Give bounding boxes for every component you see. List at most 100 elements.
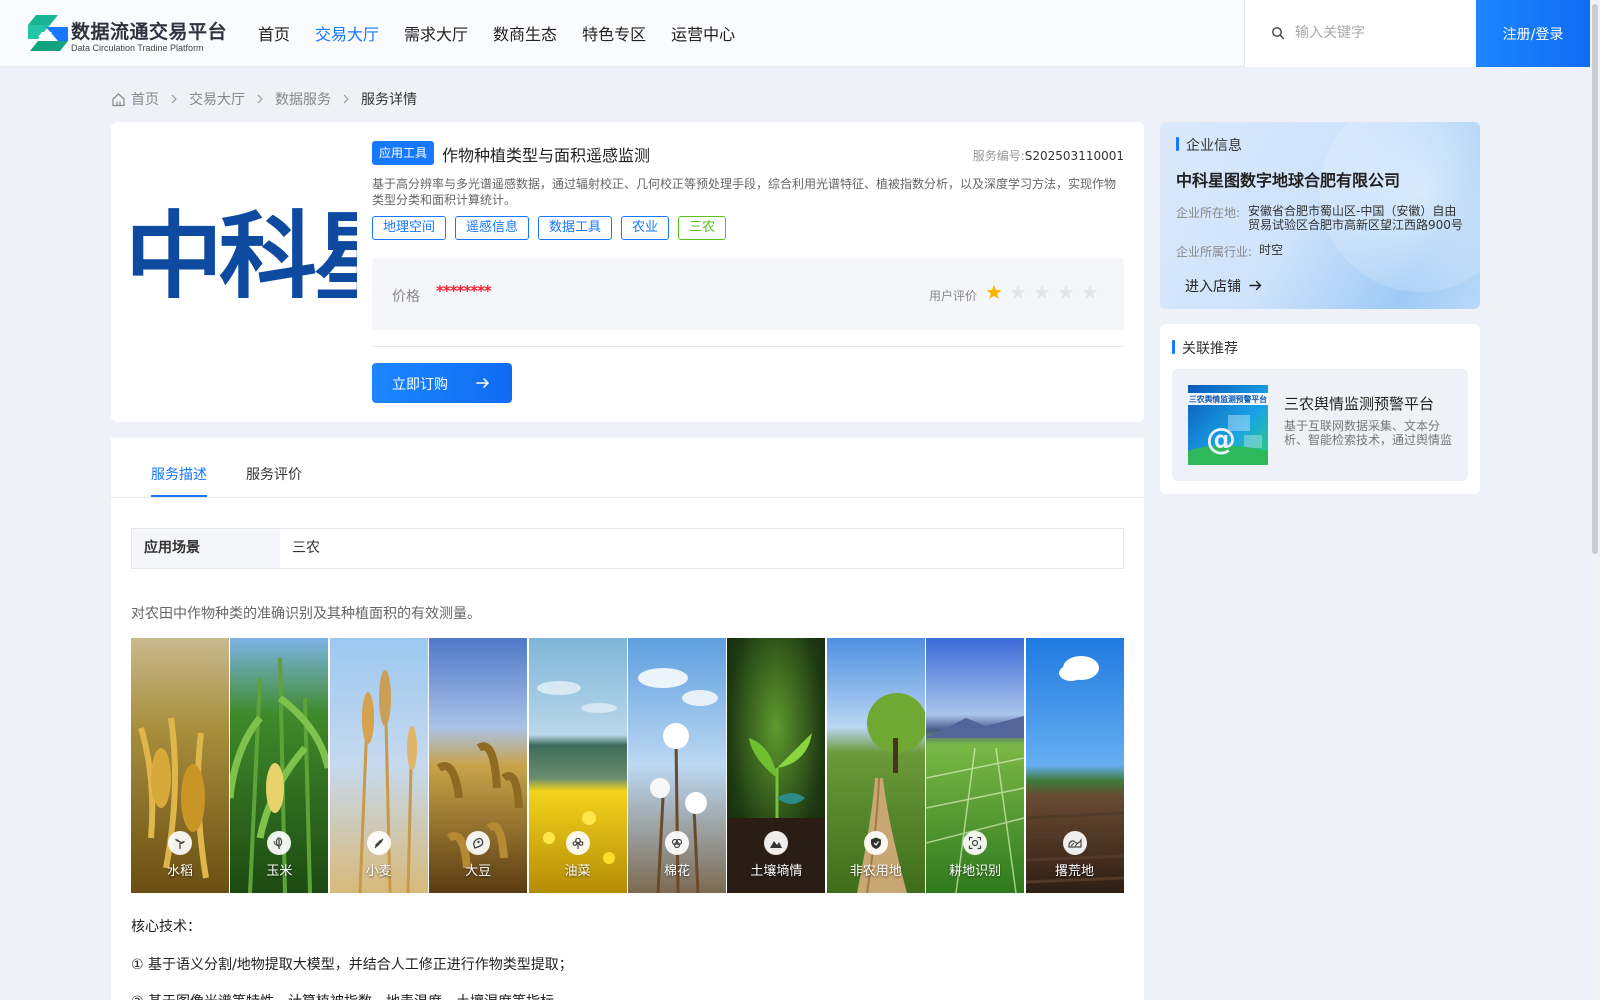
chevron-right-icon: [171, 94, 177, 104]
crop-gallery: 水稻 玉米 小麦 大豆 油菜 棉花 土壤墒情 非农用地 耕地识别 撂荒地: [131, 638, 1124, 893]
breadcrumb-link[interactable]: 首页: [131, 89, 159, 109]
recommend-description: 基于互联网数据采集、文本分析、智能检索技术，通过舆情监测实现预警分析: [1284, 419, 1453, 447]
scene-label: 应用场景: [132, 529, 280, 568]
crop-label: 撂荒地: [1055, 864, 1095, 879]
company-location-label: 企业所在地:: [1176, 206, 1241, 220]
recommend-item[interactable]: 三农舆情监测预警平台 @ 三农舆情监测预警平台 基于互联网数据采集、文本分析、智…: [1172, 369, 1468, 481]
site-logo[interactable]: 数据流通交易平台 Data Circulation Tradine Platfo…: [28, 13, 238, 57]
breadcrumb: 首页 交易大厅 数据服务 服务详情: [111, 89, 417, 109]
buy-now-label: 立即订购: [392, 377, 448, 393]
company-industry: 时空: [1259, 243, 1284, 257]
recommend-section-title: 关联推荐: [1172, 338, 1238, 358]
product-tag[interactable]: 数据工具: [538, 216, 613, 240]
product-logo: 中科星: [131, 208, 357, 298]
crop-label: 耕地识别: [949, 864, 1002, 879]
crop-label: 棉花: [663, 864, 690, 879]
crop-label: 大豆: [465, 864, 492, 879]
crop-card[interactable]: 水稻: [131, 638, 229, 893]
divider: [372, 346, 1124, 347]
company-info-card: 企业信息 中科星图数字地球合肥有限公司 企业所在地: 安徽省合肥市蜀山区-中国（…: [1160, 122, 1480, 309]
arrow-right-icon: [476, 378, 489, 388]
crop-card[interactable]: 非农用地: [826, 638, 925, 893]
scan-icon: [963, 831, 988, 855]
main-nav: 首页 交易大厅 需求大厅 数商生态 特色专区 运营中心: [258, 0, 760, 67]
core-tech-line: ② 基于图像光谱等特性，计算植被指数、地表温度、土壤湿度等指标。: [131, 991, 568, 1000]
product-title: 作物种植类型与面积遥感监测: [442, 146, 651, 165]
scene-table: 应用场景 三农: [131, 528, 1124, 569]
top-header: 数据流通交易平台 Data Circulation Tradine Platfo…: [0, 0, 1590, 67]
nav-item[interactable]: 首页: [258, 0, 290, 67]
crop-card[interactable]: 撂荒地: [1025, 638, 1124, 893]
star-filled-icon[interactable]: [986, 284, 1002, 300]
chevron-right-icon: [343, 94, 349, 104]
related-recommend-card: 关联推荐 三农舆情监测预警平台 @ 三农舆情监测预警平台 基于互联网数据采集、文…: [1160, 324, 1480, 494]
crop-label: 小麦: [365, 864, 392, 879]
company-location: 安徽省合肥市蜀山区-中国（安徽）自由贸易试验区合肥市高新区望江西路900号: [1248, 204, 1463, 232]
nav-item[interactable]: 交易大厅: [315, 0, 379, 67]
product-tag[interactable]: 农业: [621, 216, 670, 240]
nav-item[interactable]: 数商生态: [493, 0, 557, 67]
active-tab-underline: [151, 495, 207, 497]
service-number: 服务编号:S202503110001: [973, 147, 1124, 164]
recommend-thumbnail: 三农舆情监测预警平台 @: [1188, 385, 1268, 465]
crop-card[interactable]: 大豆: [429, 638, 528, 893]
home-icon: [112, 92, 125, 106]
breadcrumb-link[interactable]: 交易大厅: [189, 89, 245, 109]
buy-now-button[interactable]: 立即订购: [372, 363, 512, 403]
page-scrollbar-thumb[interactable]: [1592, 4, 1598, 554]
chevron-right-icon: [257, 94, 263, 104]
core-tech-title: 核心技术：: [131, 919, 201, 935]
scene-value: 三农: [292, 540, 320, 556]
star-empty-icon[interactable]: [1082, 284, 1098, 300]
company-section-title: 企业信息: [1176, 135, 1242, 155]
soybean-icon: [466, 831, 491, 855]
breadcrumb-current: 服务详情: [361, 92, 417, 108]
search-input[interactable]: [1295, 20, 1465, 46]
price-box: 价格 ******** 用户评价: [372, 258, 1124, 330]
tab-service-description[interactable]: 服务描述: [151, 464, 207, 484]
land-icon: [1062, 831, 1087, 855]
logo-subtitle: Data Circulation Tradine Platform: [71, 43, 204, 53]
product-tags: 地理空间 遥感信息 数据工具 农业 三农: [372, 216, 735, 240]
tab-service-review[interactable]: 服务评价: [246, 464, 302, 484]
rating-stars[interactable]: [986, 284, 1106, 300]
price-value: ********: [436, 282, 492, 300]
nav-item[interactable]: 特色专区: [582, 0, 646, 67]
star-empty-icon[interactable]: [1058, 284, 1074, 300]
service-number-label: 服务编号:: [972, 149, 1025, 163]
breadcrumb-link[interactable]: 数据服务: [275, 89, 331, 109]
crop-label: 玉米: [266, 864, 293, 879]
star-empty-icon[interactable]: [1034, 284, 1050, 300]
crop-card[interactable]: 小麦: [329, 638, 428, 893]
logo-title: 数据流通交易平台: [71, 21, 228, 43]
product-tag[interactable]: 遥感信息: [455, 216, 530, 240]
svg-text:@: @: [1206, 422, 1236, 457]
service-intro: 对农田中作物种类的准确识别及其种植面积的有效测量。: [131, 606, 481, 622]
detail-tabs: 服务描述 服务评价: [111, 438, 1144, 498]
svg-text:三农舆情监测预警平台: 三农舆情监测预警平台: [1189, 394, 1267, 404]
search-box[interactable]: [1244, 0, 1476, 67]
rating-label: 用户评价: [929, 289, 978, 303]
company-name: 中科星图数字地球合肥有限公司: [1176, 171, 1401, 190]
product-tag[interactable]: 三农: [678, 216, 727, 240]
product-logo-image: 中科星: [131, 208, 357, 298]
crop-card[interactable]: 油菜: [528, 638, 627, 893]
login-register-button[interactable]: 注册/登录: [1476, 0, 1590, 67]
recommend-thumbnail-image: 三农舆情监测预警平台 @: [1188, 385, 1268, 465]
company-industry-label: 企业所属行业:: [1176, 245, 1253, 259]
nav-item[interactable]: 运营中心: [671, 0, 735, 67]
product-tag[interactable]: 地理空间: [372, 216, 447, 240]
crop-card[interactable]: 土壤墒情: [727, 638, 826, 893]
service-number-value: S202503110001: [1024, 149, 1124, 163]
wheat-icon: [366, 831, 391, 855]
star-empty-icon[interactable]: [1010, 284, 1026, 300]
core-tech-line: ① 基于语义分割/地物提取大模型，并结合人工修正进行作物类型提取；: [131, 957, 573, 973]
enter-shop-link[interactable]: 进入店铺: [1185, 276, 1262, 296]
nav-item[interactable]: 需求大厅: [404, 0, 468, 67]
enter-shop-label: 进入店铺: [1185, 279, 1241, 295]
crop-card[interactable]: 玉米: [230, 638, 329, 893]
crop-card[interactable]: 棉花: [627, 638, 726, 893]
cotton-icon: [664, 831, 689, 855]
recommend-title: 三农舆情监测预警平台: [1284, 395, 1435, 413]
crop-card[interactable]: 耕地识别: [926, 638, 1025, 893]
